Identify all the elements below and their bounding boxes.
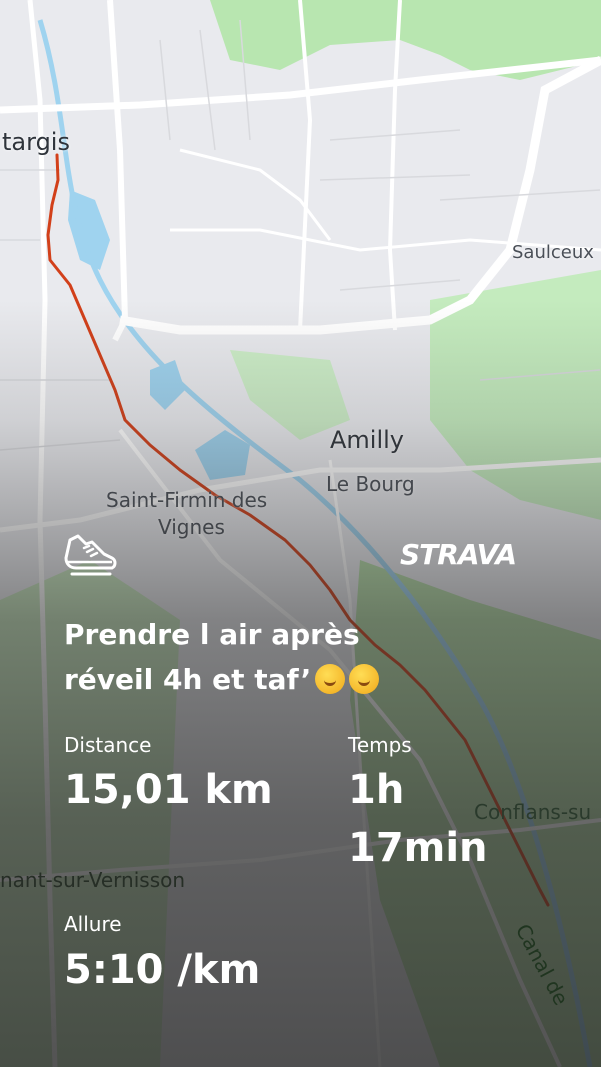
time-label: Temps [348,733,412,757]
map-label-saulceux: Saulceux [512,242,594,263]
activity-share-card: targis Saulceux Amilly Le Bourg Saint-Fi… [0,0,601,1067]
yawning-face-icon [315,664,346,694]
map-label-le-bourg: Le Bourg [326,472,415,496]
activity-title-line2-row: réveil 4h et taf’ [64,657,444,702]
pace-label: Allure [64,912,122,936]
pace-value: 5:10 /km [64,947,261,993]
map-label-saint-firmin-line2: Vignes [158,515,225,539]
activity-title: Prendre l air après réveil 4h et taf’ [64,612,444,702]
map-label-conflans: Conflans-su [474,800,592,824]
map-label-saint-firmin-line1: Saint-Firmin des [106,488,268,512]
map-label-amilly: Amilly [330,426,405,454]
time-value-line2: 17min [348,825,488,871]
activity-title-line1: Prendre l air après [64,618,360,651]
map-label-montargis: targis [2,128,70,156]
activity-title-line2: réveil 4h et taf’ [64,663,312,696]
time-value-line1: 1h [348,767,405,813]
distance-value: 15,01 km [64,767,273,813]
running-shoe-icon [64,534,117,576]
map-label-vernisson: nant-sur-Vernisson [0,868,186,892]
yawning-face-icon [349,664,380,694]
strava-logo: STRAVA [400,538,517,571]
distance-label: Distance [64,733,152,757]
